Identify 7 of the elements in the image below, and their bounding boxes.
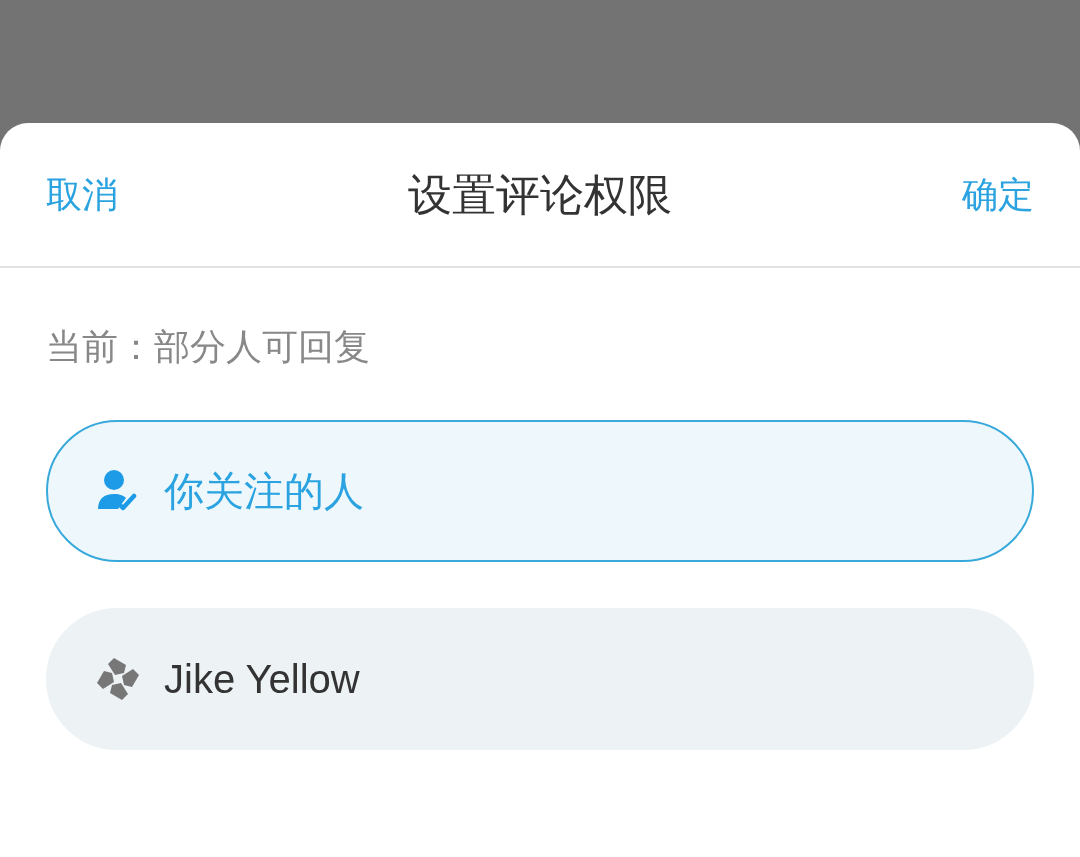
confirm-button[interactable]: 确定 <box>962 167 1034 222</box>
permission-option[interactable]: 你关注的人 <box>46 420 1034 562</box>
cancel-button[interactable]: 取消 <box>46 167 118 222</box>
sheet-title: 设置评论权限 <box>408 168 672 221</box>
pinwheel-icon <box>94 655 142 703</box>
current-setting-text: 当前：部分人可回复 <box>46 326 370 367</box>
permission-option[interactable]: Jike Yellow <box>46 608 1034 750</box>
